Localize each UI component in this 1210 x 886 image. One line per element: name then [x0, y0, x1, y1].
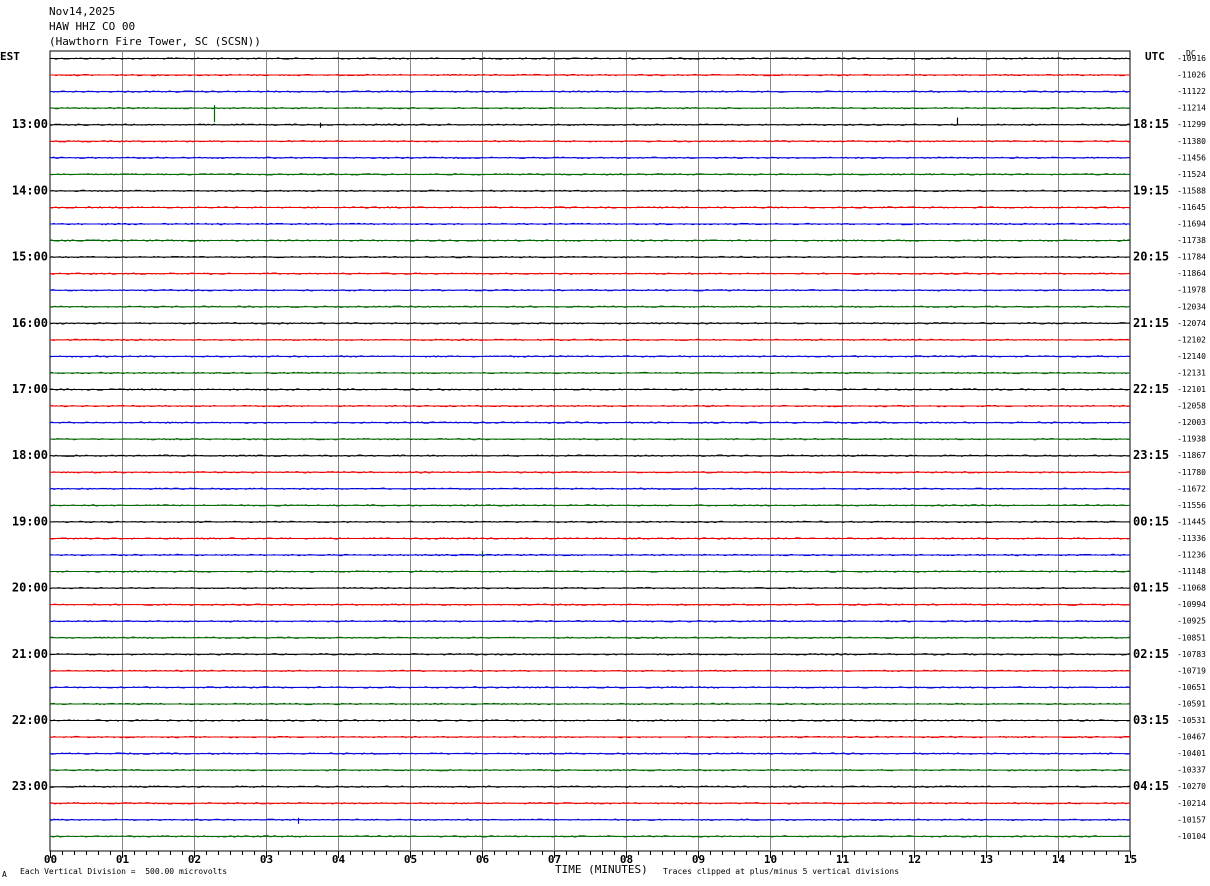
dc-offset-label: -10719: [1177, 666, 1206, 675]
dc-offset-label: -11445: [1177, 517, 1206, 526]
x-tick-label: 09: [692, 853, 705, 866]
dc-offset-label: -11299: [1177, 120, 1206, 129]
dc-offset-label: -11784: [1177, 253, 1206, 262]
dc-offset-label: -12131: [1177, 368, 1206, 377]
dc-offset-label: -10851: [1177, 633, 1206, 642]
x-tick-label: 01: [116, 853, 130, 866]
dc-offset-label: -11380: [1177, 137, 1206, 146]
left-hour-label: 19:00: [12, 514, 48, 528]
dc-offset-label: -11236: [1177, 551, 1206, 560]
x-tick-label: 12: [908, 853, 921, 866]
left-hour-label: 21:00: [12, 647, 48, 661]
dc-offset-label: -11524: [1177, 170, 1206, 179]
x-tick-label: 10: [764, 853, 777, 866]
plot-frame: [49, 50, 1131, 852]
seismic-trace: [49, 255, 1131, 259]
seismic-trace: [49, 73, 1131, 77]
right-hour-label: 20:15: [1133, 250, 1169, 264]
dc-offset-label: -10531: [1177, 716, 1206, 725]
dc-offset-label: -11026: [1177, 71, 1206, 80]
dc-offset-label: -10591: [1177, 699, 1206, 708]
right-hour-label: 21:15: [1133, 316, 1169, 330]
dc-offset-label: -11938: [1177, 435, 1206, 444]
left-hour-label: 13:00: [12, 117, 48, 131]
dc-offset-label: -10104: [1177, 832, 1206, 841]
right-hour-label: 01:15: [1133, 581, 1169, 595]
dc-offset-label: -11645: [1177, 203, 1206, 212]
left-hour-label: 18:00: [12, 448, 48, 462]
dc-offset-label: -11780: [1177, 468, 1206, 477]
dc-offset-label: -11694: [1177, 220, 1206, 229]
x-tick-label: 14: [1052, 853, 1066, 866]
x-tick-label: 15: [1124, 853, 1137, 866]
dc-offset-label: -11122: [1177, 87, 1206, 96]
dc-offset-label: -12102: [1177, 335, 1206, 344]
dc-offset-label: -12074: [1177, 319, 1206, 328]
left-hour-label: 23:00: [12, 779, 48, 793]
right-hour-label: 18:15: [1133, 117, 1169, 131]
left-hour-label: 16:00: [12, 316, 48, 330]
dc-offset-label: -12034: [1177, 302, 1206, 311]
right-hour-label: 22:15: [1133, 382, 1169, 396]
seismic-trace: [49, 553, 1131, 557]
dc-offset-label: -10157: [1177, 815, 1206, 824]
dc-offset-label: -12058: [1177, 402, 1206, 411]
right-hour-label: 03:15: [1133, 713, 1169, 727]
dc-offset-label: -10994: [1177, 600, 1206, 609]
x-tick-label: 11: [836, 853, 850, 866]
left-hour-label: 22:00: [12, 713, 48, 727]
dc-offset-label: -10401: [1177, 749, 1206, 758]
right-hour-label: 04:15: [1133, 779, 1169, 793]
seismic-trace: [49, 537, 1131, 540]
dc-offset-label: -11978: [1177, 286, 1206, 295]
dc-offset-label: -10925: [1177, 617, 1206, 626]
right-hour-label: 02:15: [1133, 647, 1169, 661]
dc-offset-label: -10270: [1177, 782, 1206, 791]
x-tick-label: 04: [332, 853, 346, 866]
x-tick-label: 03: [260, 853, 273, 866]
x-tick-label: 00: [44, 853, 57, 866]
left-hour-label: 17:00: [12, 382, 48, 396]
dc-offset-label: -11867: [1177, 451, 1206, 460]
dc-offset-label: -11336: [1177, 534, 1206, 543]
dc-offset-label: -11456: [1177, 153, 1206, 162]
x-tick-label: 06: [476, 853, 490, 866]
left-hour-label: 14:00: [12, 183, 48, 197]
dc-offset-label: -11864: [1177, 269, 1206, 278]
x-axis-title: TIME (MINUTES): [555, 863, 648, 876]
dc-offset-label: -11588: [1177, 186, 1206, 195]
right-hour-label: 00:15: [1133, 514, 1169, 528]
dc-offset-label: -12101: [1177, 385, 1206, 394]
left-hour-label: 15:00: [12, 250, 48, 264]
dc-offset-label: -10467: [1177, 733, 1206, 742]
x-tick-label: 13: [980, 853, 993, 866]
dc-offset-label: -10214: [1177, 799, 1206, 808]
dc-offset-label: -10783: [1177, 650, 1206, 659]
vertical-scale-note: Each Vertical Division = 500.00 microvol…: [20, 867, 228, 876]
dc-offset-label: -12003: [1177, 418, 1206, 427]
dc-offset-label: -12140: [1177, 352, 1206, 361]
dc-offset-label: -11148: [1177, 567, 1206, 576]
dc-offset-label: -11672: [1177, 484, 1206, 493]
dc-offset-label: -11556: [1177, 501, 1206, 510]
dc-offset-label: -11214: [1177, 104, 1206, 113]
right-hour-label: 19:15: [1133, 183, 1169, 197]
dc-offset-label: -10651: [1177, 683, 1206, 692]
clip-note: Traces clipped at plus/minus 5 vertical …: [663, 867, 900, 876]
helicorder-chart: 00 01 02 03 04 05 06 07 08 09 10 11 12 13 14 15-10916-1…: [12, 50, 1206, 866]
dc-offset-label: -11738: [1177, 236, 1206, 245]
dc-offset-label: -10916: [1177, 54, 1206, 63]
dc-offset-label: -10337: [1177, 766, 1206, 775]
x-tick-label: 05: [404, 853, 417, 866]
x-tick-label: 02: [188, 853, 201, 866]
corner-mark: A: [2, 870, 7, 879]
dc-offset-label: -11068: [1177, 584, 1206, 593]
right-hour-label: 23:15: [1133, 448, 1169, 462]
left-hour-label: 20:00: [12, 581, 48, 595]
